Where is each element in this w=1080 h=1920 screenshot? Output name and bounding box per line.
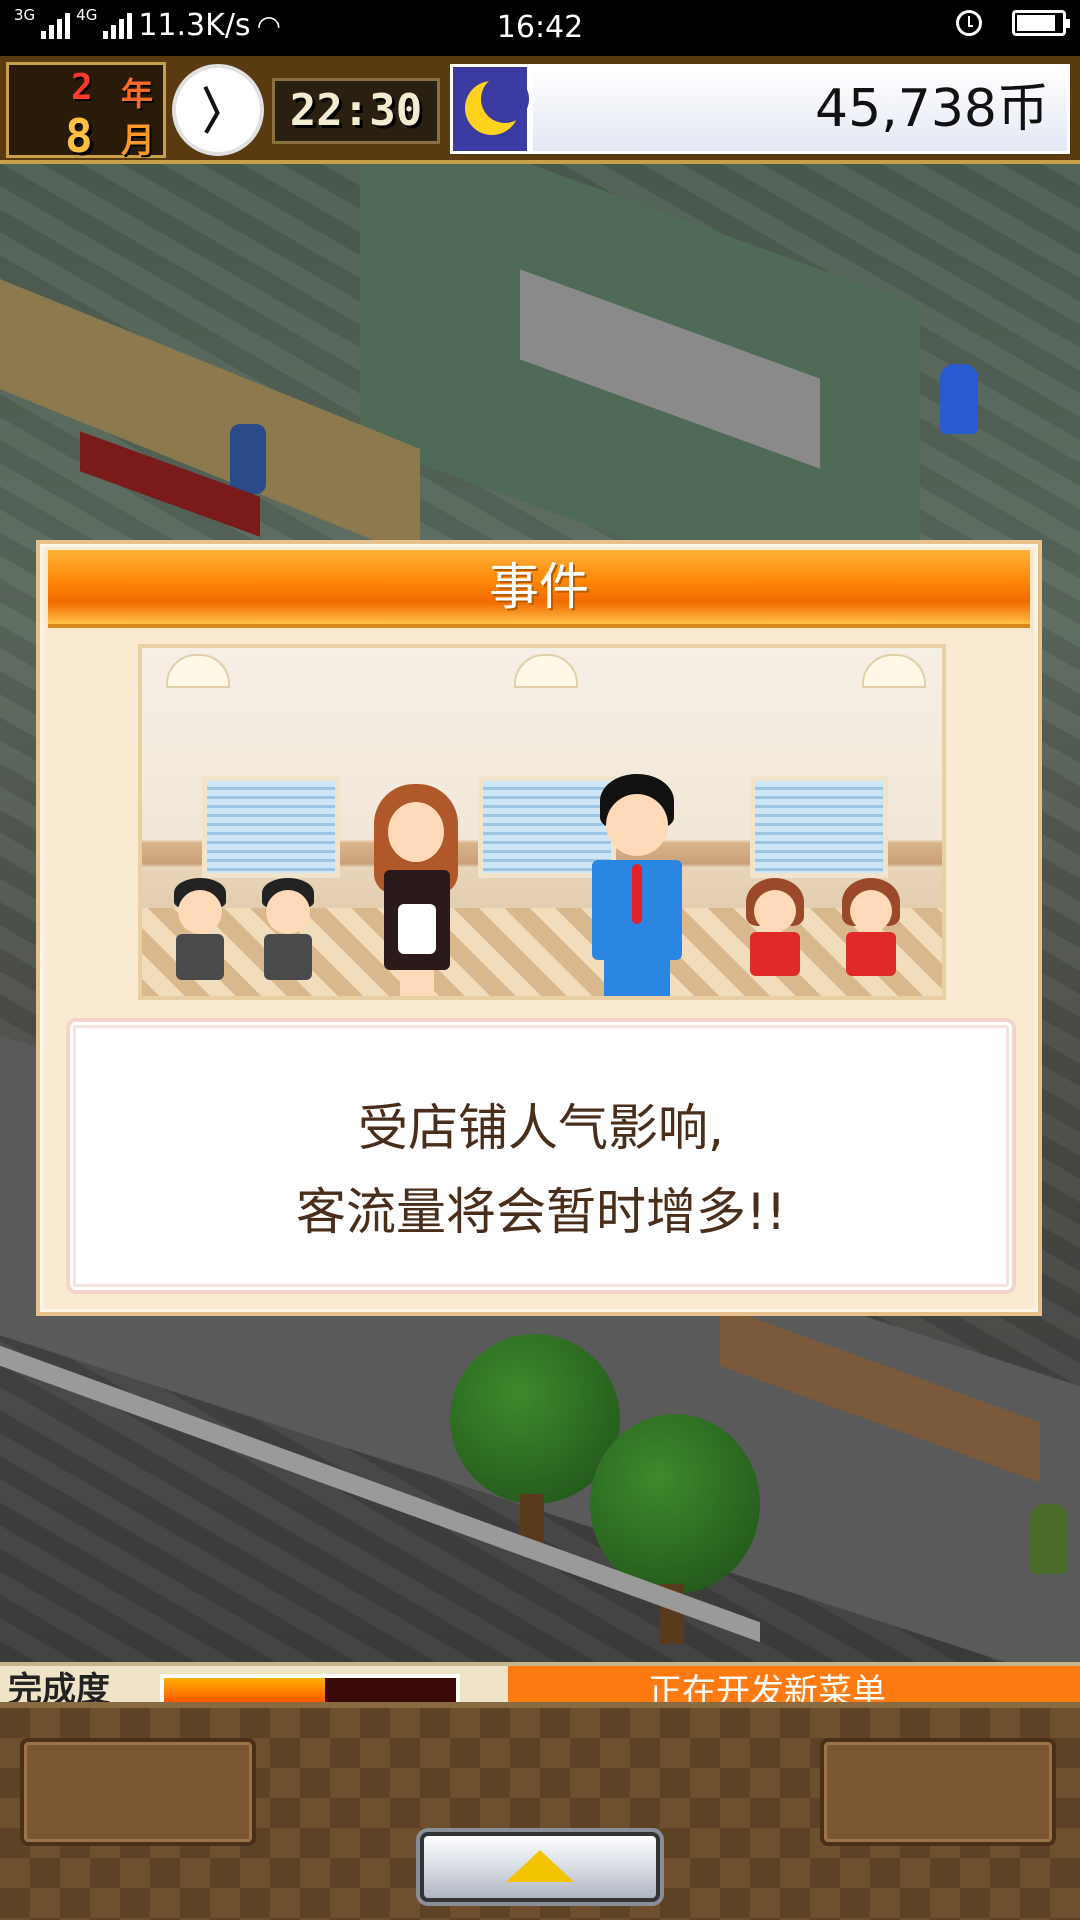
notice-text: 正在开发新菜单 (648, 1672, 886, 1706)
up-arrow-icon (506, 1850, 574, 1882)
event-illustration (138, 644, 946, 1000)
month-number: 8 (65, 109, 93, 163)
clock-icon (172, 64, 264, 156)
pedestrian-character[interactable] (1030, 1504, 1068, 1574)
chair-icon (230, 424, 266, 494)
event-dialog[interactable]: 事件 受店铺人气影响, 客流量将会暂时增多!! (36, 540, 1042, 1316)
ceiling-lamp-icon (862, 654, 926, 688)
year-label: 年 (121, 75, 154, 113)
battery-icon (1012, 10, 1070, 36)
game-time: 22:30 (272, 78, 440, 144)
system-clock: 16:42 (496, 10, 584, 45)
message-line-1: 受店铺人气影响, (358, 1099, 724, 1157)
alarm-icon (956, 10, 982, 36)
expand-menu-button[interactable] (420, 1832, 660, 1902)
system-status-bar: 3G 4G 11.3K/s ◠ 16:42 (0, 0, 1080, 56)
calendar-display[interactable]: 2 年 8 月 (6, 62, 166, 163)
ceiling-lamp-icon (514, 654, 578, 688)
money-display[interactable]: 45,738币 (530, 64, 1070, 154)
dialog-message-box[interactable]: 受店铺人气影响, 客流量将会暂时增多!! (66, 1018, 1016, 1294)
moon-icon (450, 64, 530, 154)
progress-strip: 完成度 正在开发新菜单 (0, 1662, 1080, 1706)
checkered-floor (142, 908, 942, 996)
month-label: 月 (121, 121, 155, 161)
left-menu-button[interactable] (20, 1738, 256, 1846)
year-number: 2 (71, 67, 93, 108)
window (202, 776, 340, 878)
message-line-2: 客流量将会暂时增多!! (295, 1183, 787, 1241)
right-menu-button[interactable] (820, 1738, 1056, 1846)
dialog-title: 事件 (489, 558, 589, 616)
completion-label: 完成度 (8, 1670, 110, 1706)
dialog-header: 事件 (48, 550, 1030, 628)
staff-character[interactable] (940, 364, 978, 434)
notice-banner[interactable]: 正在开发新菜单 (508, 1666, 1080, 1706)
window (750, 776, 888, 878)
game-hud: 2 年 8 月 22:30 45,738币 (0, 56, 1080, 164)
ceiling-lamp-icon (166, 654, 230, 688)
tree (590, 1414, 760, 1594)
bottom-menu-panel (0, 1702, 1080, 1920)
